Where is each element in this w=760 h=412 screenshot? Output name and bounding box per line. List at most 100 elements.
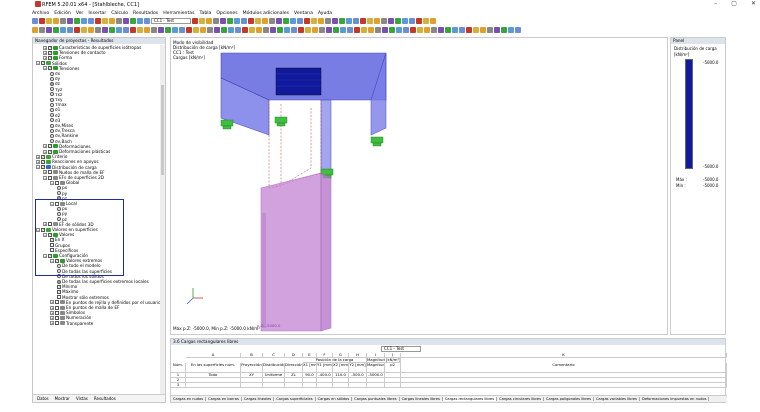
- toolbar-icon[interactable]: [270, 27, 276, 33]
- radio-button[interactable]: [57, 185, 61, 190]
- toolbar-icon[interactable]: [340, 27, 346, 33]
- toolbar-icon[interactable]: [228, 27, 234, 33]
- toolbar-icon[interactable]: [123, 27, 129, 33]
- toolbar-icon[interactable]: [347, 27, 353, 33]
- toolbar-icon[interactable]: [410, 27, 416, 33]
- toolbar-icon[interactable]: [102, 27, 108, 33]
- table-cell[interactable]: [317, 383, 333, 388]
- expand-icon[interactable]: +: [43, 170, 47, 175]
- toolbar-icon[interactable]: [151, 27, 157, 33]
- toolbar-icon[interactable]: [214, 27, 220, 33]
- radio-button[interactable]: [50, 87, 54, 92]
- tree-checkbox[interactable]: ✓: [57, 284, 61, 289]
- toolbar-icon[interactable]: [311, 18, 317, 24]
- toolbar-icon[interactable]: [255, 18, 261, 24]
- expand-icon[interactable]: +: [50, 315, 54, 320]
- menu-item[interactable]: Tabla: [199, 11, 211, 16]
- toolbar-icon[interactable]: [60, 18, 66, 24]
- toolbar-icon[interactable]: [53, 27, 59, 33]
- toolbar-icon[interactable]: [144, 27, 150, 33]
- toolbar-icon[interactable]: [199, 18, 205, 24]
- toolbar-icon[interactable]: [332, 18, 338, 24]
- toolbar-icon[interactable]: [515, 27, 521, 33]
- load-case-combo[interactable]: CC1 - Test: [151, 18, 191, 24]
- toolbar-icon[interactable]: [192, 18, 198, 24]
- toolbar-icon[interactable]: [39, 18, 45, 24]
- radio-button[interactable]: [50, 139, 54, 144]
- tree-checkbox[interactable]: [55, 305, 59, 310]
- radio-button[interactable]: [50, 97, 54, 102]
- table-cell[interactable]: [333, 383, 349, 388]
- toolbar-icon[interactable]: [452, 27, 458, 33]
- toolbar-icon[interactable]: [241, 18, 247, 24]
- menu-item[interactable]: Ventana: [294, 11, 313, 16]
- tree-checkbox[interactable]: [48, 170, 52, 175]
- tree-checkbox[interactable]: ✓: [41, 159, 45, 164]
- toolbar-icon[interactable]: [354, 27, 360, 33]
- toolbar-icon[interactable]: [445, 27, 451, 33]
- toolbar-icon[interactable]: [326, 27, 332, 33]
- toolbar-icon[interactable]: [102, 18, 108, 24]
- table-tab[interactable]: Cargas poligonales libres: [544, 397, 595, 401]
- toolbar-icon[interactable]: [284, 27, 290, 33]
- table-tab[interactable]: Cargas circulares libres: [497, 397, 544, 401]
- toolbar-icon[interactable]: [81, 18, 87, 24]
- toolbar-icon[interactable]: [95, 18, 101, 24]
- toolbar-icon[interactable]: [220, 18, 226, 24]
- table-tab[interactable]: Cargas lineales: [242, 397, 275, 401]
- toolbar-icon[interactable]: [388, 18, 394, 24]
- toolbar-icon[interactable]: [312, 27, 318, 33]
- expand-icon[interactable]: +: [50, 300, 54, 305]
- expand-icon[interactable]: −: [43, 66, 47, 71]
- tree-checkbox[interactable]: ✓: [41, 154, 45, 159]
- toolbar-icon[interactable]: [473, 27, 479, 33]
- toolbar-icon[interactable]: [305, 27, 311, 33]
- table-tab[interactable]: Cargas puntuales libres: [352, 397, 400, 401]
- toolbar-icon[interactable]: [494, 27, 500, 33]
- toolbar-icon[interactable]: [333, 27, 339, 33]
- tree-checkbox[interactable]: [55, 180, 59, 185]
- table-cell[interactable]: [401, 383, 727, 388]
- tree-checkbox[interactable]: ✓: [41, 165, 45, 170]
- menu-item[interactable]: Resultados: [133, 11, 158, 16]
- toolbar-icon[interactable]: [290, 18, 296, 24]
- radio-button[interactable]: [50, 128, 54, 133]
- toolbar-icon[interactable]: [438, 27, 444, 33]
- toolbar-icon[interactable]: [116, 18, 122, 24]
- toolbar-icon[interactable]: [416, 18, 422, 24]
- toolbar-icon[interactable]: [88, 27, 94, 33]
- radio-button[interactable]: [50, 118, 54, 123]
- radio-button[interactable]: [57, 191, 61, 196]
- menu-item[interactable]: Edición: [54, 11, 71, 16]
- tree-checkbox[interactable]: [55, 315, 59, 320]
- tree-checkbox[interactable]: ✓: [48, 149, 52, 154]
- expand-icon[interactable]: +: [43, 149, 47, 154]
- close-button[interactable]: ✕: [751, 0, 756, 7]
- table-tab[interactable]: Deformaciones impuestas en nudos: [640, 397, 710, 401]
- toolbar-icon[interactable]: [144, 18, 150, 24]
- toolbar-icon[interactable]: [304, 18, 310, 24]
- toolbar-icon[interactable]: [88, 18, 94, 24]
- table-cell[interactable]: [385, 383, 401, 388]
- radio-button[interactable]: [50, 123, 54, 128]
- toolbar-icon[interactable]: [74, 27, 80, 33]
- toolbar-icon[interactable]: [431, 27, 437, 33]
- menu-item[interactable]: Herramientas: [163, 11, 194, 16]
- expand-icon[interactable]: −: [36, 165, 40, 170]
- toolbar-icon[interactable]: [32, 27, 38, 33]
- toolbar-icon[interactable]: [130, 27, 136, 33]
- expand-icon[interactable]: −: [43, 175, 47, 180]
- expand-icon[interactable]: −: [50, 180, 54, 185]
- tree-checkbox[interactable]: [55, 300, 59, 305]
- tree-node[interactable]: − ✓ Tensiones: [43, 66, 79, 71]
- toolbar-icon[interactable]: [81, 27, 87, 33]
- toolbar-icon[interactable]: [158, 27, 164, 33]
- toolbar-icon[interactable]: [206, 18, 212, 24]
- toolbar-icon[interactable]: [179, 27, 185, 33]
- table-cell[interactable]: [303, 383, 317, 388]
- toolbar-icon[interactable]: [46, 18, 52, 24]
- expand-icon[interactable]: +: [50, 305, 54, 310]
- menu-item[interactable]: Ayuda: [318, 11, 332, 16]
- toolbar-icon[interactable]: [263, 27, 269, 33]
- toolbar-icon[interactable]: [186, 27, 192, 33]
